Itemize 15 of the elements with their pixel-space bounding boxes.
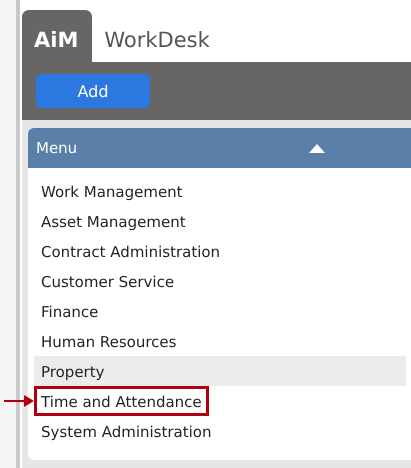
menu-item[interactable]: Customer Service bbox=[34, 266, 406, 296]
tab[interactable]: AiM bbox=[22, 10, 92, 62]
menu-item[interactable]: Work Management bbox=[34, 176, 406, 206]
menu-header[interactable]: Menu bbox=[28, 128, 411, 168]
menu-item[interactable]: Property bbox=[34, 356, 406, 386]
tab[interactable]: WorkDesk bbox=[92, 10, 222, 62]
menu-item[interactable]: Finance bbox=[34, 296, 406, 326]
menu-item[interactable]: Asset Management bbox=[34, 206, 406, 236]
menu-item[interactable]: Contract Administration bbox=[34, 236, 406, 266]
caret-icon[interactable] bbox=[309, 144, 325, 152]
add-button[interactable]: Add bbox=[36, 74, 150, 108]
menu-item[interactable]: System Administration bbox=[34, 416, 406, 446]
menu-title: Menu bbox=[36, 139, 78, 157]
menu-item[interactable]: Time and Attendance bbox=[34, 386, 209, 416]
menu-item[interactable]: Human Resources bbox=[34, 326, 406, 356]
